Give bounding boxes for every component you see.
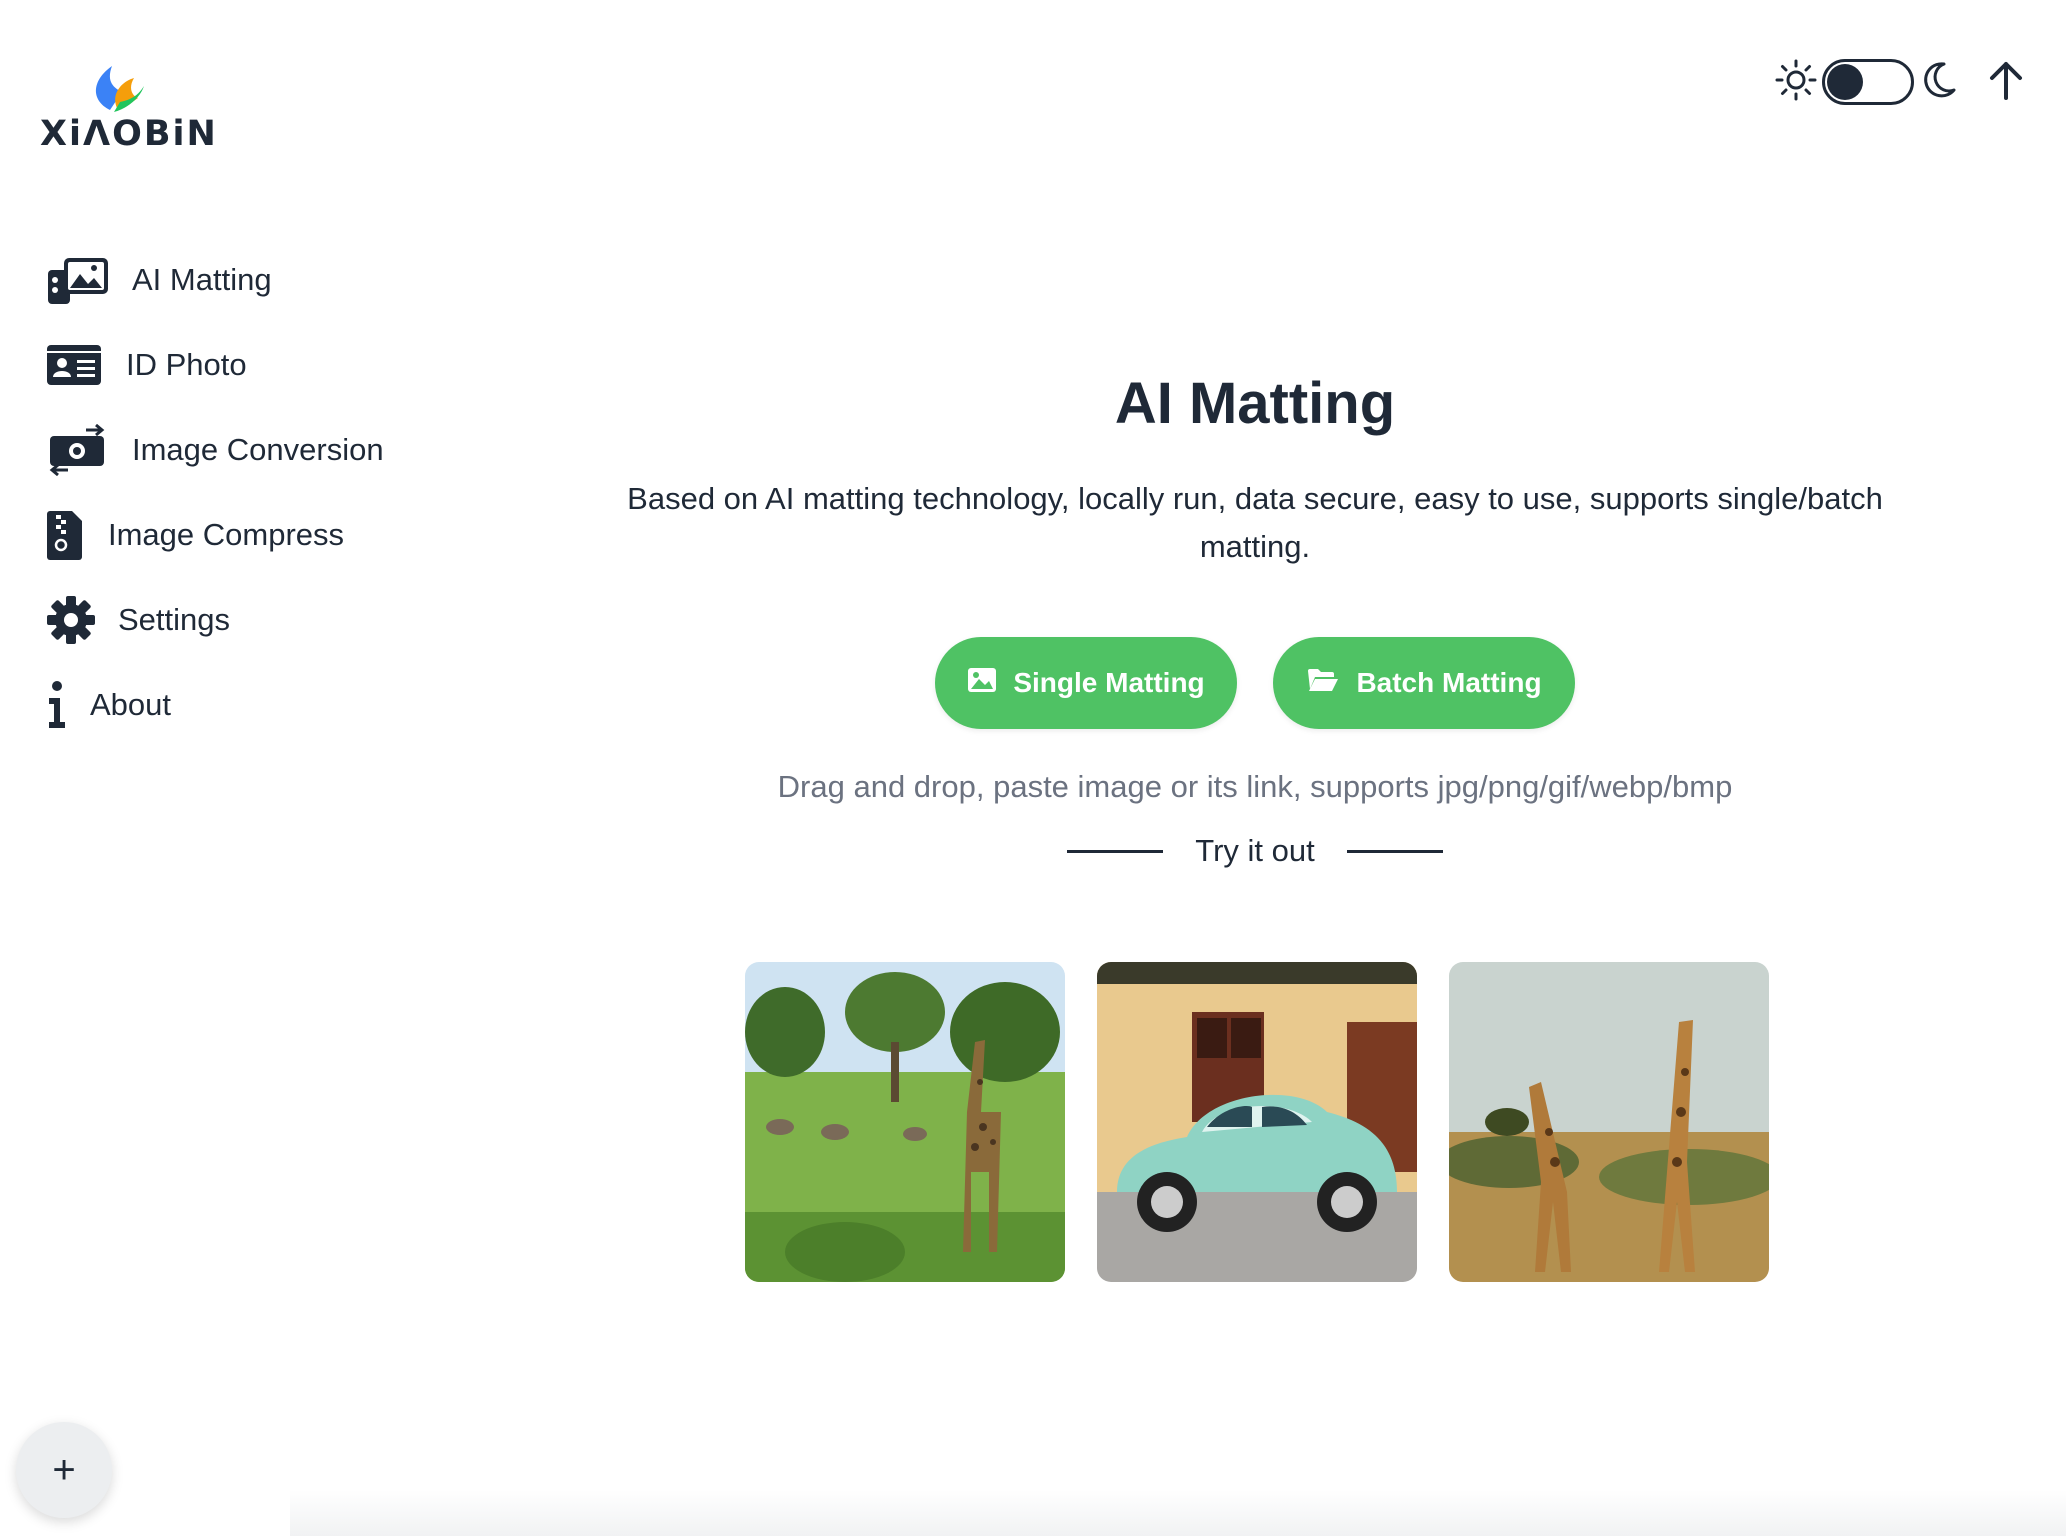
moon-icon[interactable] [1918, 58, 1958, 107]
batch-matting-button[interactable]: Batch Matting [1273, 637, 1575, 729]
page-description: Based on AI matting technology, locally … [627, 481, 1883, 564]
photos-icon [46, 254, 132, 306]
try-label: Try it out [1195, 833, 1315, 868]
convert-icon [46, 424, 132, 476]
image-icon [967, 667, 997, 700]
divider-left [1067, 849, 1164, 853]
sidebar-item-image-compress[interactable]: Image Compress [46, 505, 344, 565]
sidebar-item-label: Image Compress [108, 517, 345, 552]
sidebar-item-id-photo[interactable]: ID Photo [46, 335, 247, 395]
sidebar-item-settings[interactable]: Settings [46, 590, 230, 650]
sample-image-vintage-car[interactable] [1097, 962, 1417, 1282]
sidebar-item-label: Settings [118, 602, 231, 637]
plus-icon: + [52, 1447, 76, 1492]
sidebar-item-label: ID Photo [126, 347, 247, 382]
main-content: AI Matting Based on AI matting technolog… [560, 370, 1950, 869]
action-buttons: Single Matting Batch Matting [560, 637, 1950, 729]
info-icon [46, 680, 90, 730]
sample-images [745, 962, 1769, 1282]
arrow-up-icon[interactable] [1986, 58, 2026, 107]
sample-image-two-giraffes[interactable] [1449, 962, 1769, 1282]
folder-open-icon [1306, 667, 1340, 700]
gear-icon [46, 595, 118, 645]
divider-right [1346, 849, 1443, 853]
logo-text: XiΛOBiN [40, 114, 218, 154]
single-matting-label: Single Matting [1013, 667, 1205, 698]
sidebar-item-label: AI Matting [132, 262, 272, 297]
app-logo[interactable]: XiΛOBiN [40, 52, 218, 162]
single-matting-button[interactable]: Single Matting [935, 637, 1237, 729]
theme-toggle[interactable] [1822, 59, 1914, 105]
add-button[interactable]: + [16, 1422, 112, 1518]
top-bar [1774, 52, 2026, 112]
page-title: AI Matting [1114, 371, 1396, 436]
flame-logo-icon [95, 66, 144, 112]
sidebar-item-ai-matting[interactable]: AI Matting [46, 250, 272, 310]
drop-hint: Drag and drop, paste image or its link, … [777, 769, 1733, 804]
id-card-icon [46, 343, 126, 387]
toggle-knob [1827, 64, 1863, 100]
zip-file-icon [46, 509, 108, 561]
try-it-out: Try it out [560, 833, 1950, 869]
sidebar-item-label: Image Conversion [132, 432, 384, 467]
sidebar-item-image-conversion[interactable]: Image Conversion [46, 420, 384, 480]
sidebar-item-label: About [90, 687, 172, 722]
bottom-shadow [290, 1490, 2066, 1536]
sun-icon[interactable] [1774, 58, 1818, 107]
sample-image-giraffe-savanna[interactable] [745, 962, 1065, 1282]
batch-matting-label: Batch Matting [1356, 667, 1542, 698]
sidebar-item-about[interactable]: About [46, 675, 171, 735]
